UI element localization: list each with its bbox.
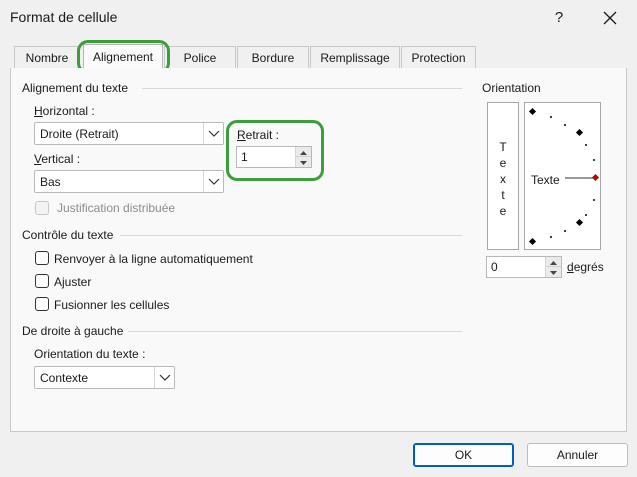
- dial-dot: [564, 230, 566, 232]
- window-title: Format de cellule: [10, 9, 118, 25]
- tab-nombre[interactable]: Nombre: [14, 46, 80, 69]
- section-separator: [120, 235, 462, 236]
- horizontal-select[interactable]: Droite (Retrait): [34, 122, 224, 145]
- tab-remplissage[interactable]: Remplissage: [310, 46, 400, 69]
- dial-marker-lower: [575, 218, 584, 227]
- orientation-dial[interactable]: Texte: [524, 102, 601, 250]
- degrees-value: 0: [491, 260, 498, 274]
- dial-dot: [593, 199, 595, 201]
- section-title-text-alignment: Alignement du texte: [22, 81, 129, 95]
- dial-dot: [564, 124, 566, 126]
- text-direction-label: Orientation du texte :: [34, 347, 146, 361]
- vertical-letter: x: [500, 172, 506, 186]
- text-direction-value: Contexte: [40, 371, 89, 385]
- vertical-value: Bas: [40, 175, 61, 189]
- vertical-select[interactable]: Bas: [34, 170, 224, 193]
- vertical-label: Vertical :: [34, 152, 81, 166]
- dial-marker-upper: [575, 128, 584, 137]
- tab-bordure[interactable]: Bordure: [237, 46, 309, 69]
- degrees-label: degrés: [567, 260, 604, 274]
- section-separator: [142, 88, 462, 89]
- vertical-text-toggle[interactable]: T e x t e: [487, 102, 519, 250]
- dial-dot: [585, 214, 587, 216]
- vertical-letter: e: [499, 204, 507, 218]
- shrink-to-fit-label: Ajuster: [54, 275, 92, 289]
- section-separator: [128, 331, 462, 332]
- justify-distributed-checkbox[interactable]: [35, 201, 49, 215]
- chevron-down-icon: [154, 367, 174, 388]
- section-title-rtl: De droite à gauche: [22, 324, 124, 338]
- vertical-letter: e: [499, 156, 507, 170]
- degrees-up-button[interactable]: [546, 257, 561, 267]
- dial-dot: [550, 116, 552, 118]
- ok-button[interactable]: OK: [413, 443, 514, 467]
- merge-cells-checkbox[interactable]: [35, 297, 49, 311]
- degrees-stepper[interactable]: 0: [486, 256, 562, 278]
- horizontal-value: Droite (Retrait): [40, 127, 119, 141]
- horizontal-label: Horizontal :: [34, 104, 95, 118]
- vertical-letter: T: [499, 140, 507, 154]
- dial-dot: [585, 144, 587, 146]
- caret-down-icon: [550, 271, 557, 275]
- shrink-to-fit-checkbox[interactable]: [35, 274, 49, 288]
- dial-marker-top: [528, 107, 537, 116]
- vertical-letter: t: [501, 188, 505, 202]
- dial-dot: [550, 236, 552, 238]
- wrap-text-checkbox[interactable]: [35, 251, 49, 265]
- text-direction-select[interactable]: Contexte: [34, 366, 175, 389]
- vertical-text-letters: T e x t e: [488, 139, 518, 219]
- dial-marker-bottom: [528, 237, 537, 246]
- justify-distributed-label: Justification distribuée: [57, 201, 176, 215]
- dial-current-marker: [591, 173, 600, 182]
- degrees-down-button[interactable]: [546, 267, 561, 277]
- section-title-text-control: Contrôle du texte: [22, 228, 114, 242]
- help-button[interactable]: ?: [548, 7, 570, 29]
- wrap-text-label: Renvoyer à la ligne automatiquement: [54, 252, 253, 266]
- chevron-down-icon: [203, 171, 223, 192]
- cancel-button[interactable]: Annuler: [527, 443, 628, 467]
- highlight-ring-indent: [226, 120, 324, 181]
- close-button[interactable]: [598, 6, 622, 30]
- title-bar: Format de cellule ?: [0, 0, 637, 36]
- tab-police[interactable]: Police: [164, 46, 236, 69]
- merge-cells-label: Fusionner les cellules: [54, 298, 170, 312]
- close-icon: [603, 11, 617, 25]
- dial-dot: [593, 159, 595, 161]
- dial-text: Texte: [531, 173, 560, 187]
- chevron-down-icon: [203, 123, 223, 144]
- section-title-orientation: Orientation: [482, 81, 541, 95]
- tab-protection[interactable]: Protection: [401, 46, 476, 69]
